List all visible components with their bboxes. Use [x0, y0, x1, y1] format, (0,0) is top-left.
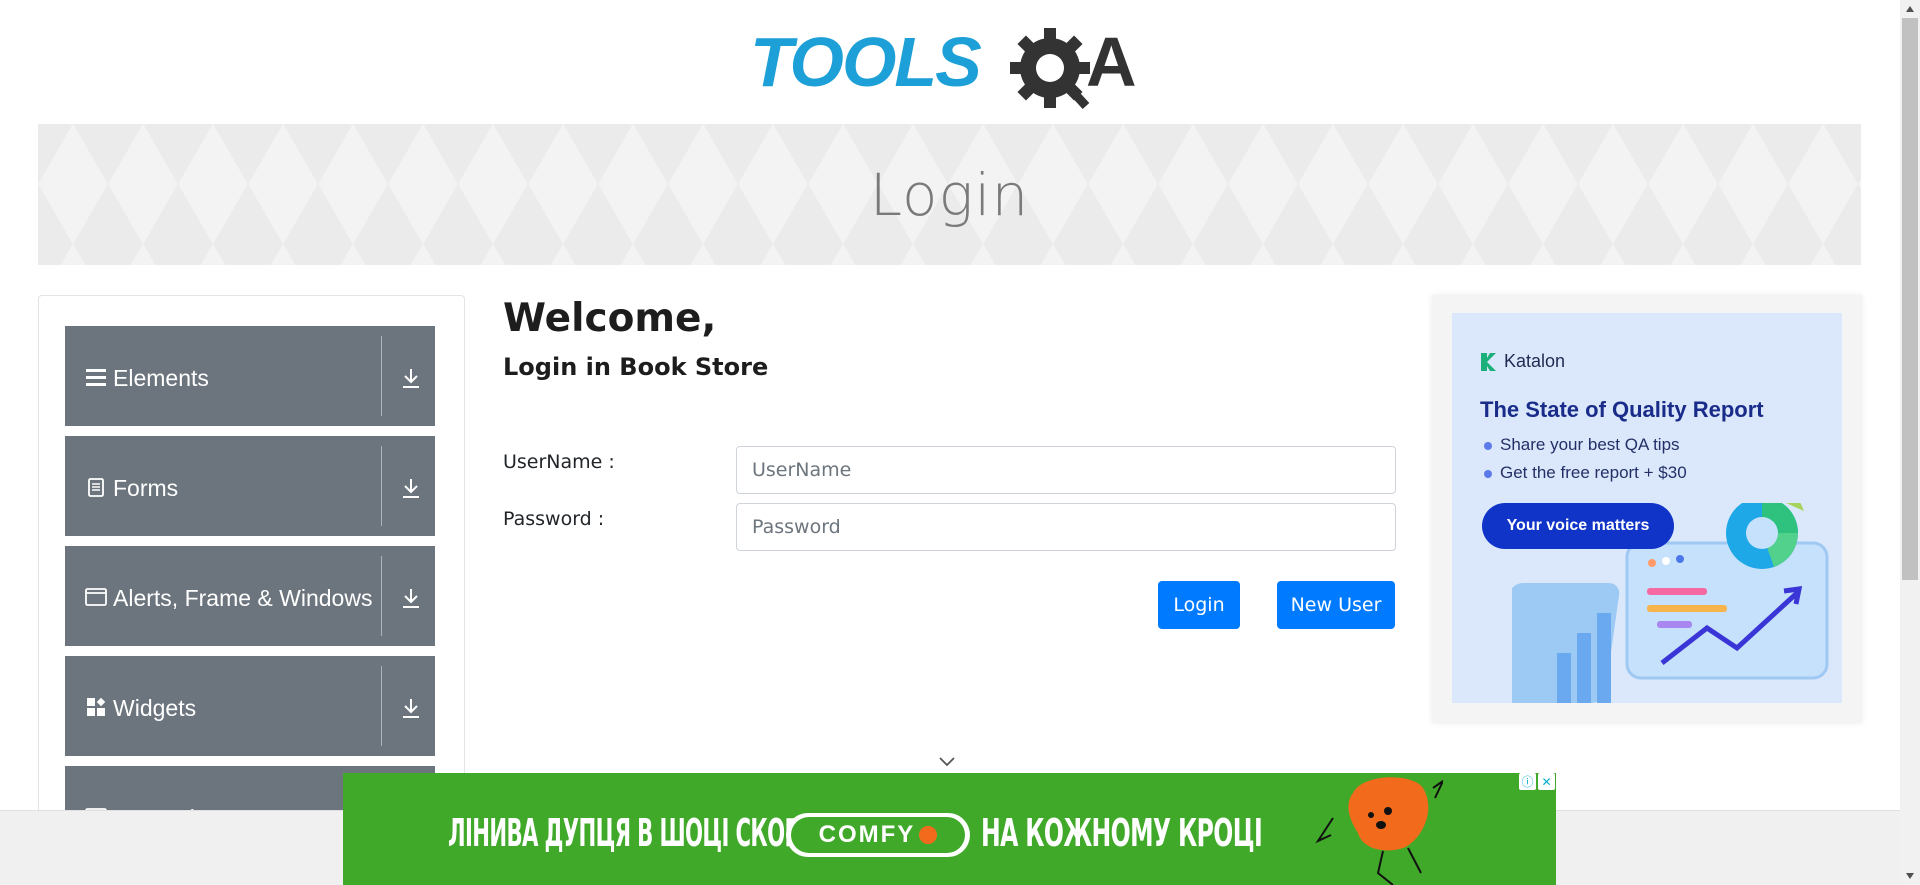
widgets-icon [87, 697, 106, 716]
password-label: Password : [503, 508, 605, 530]
new-user-button[interactable]: New User [1277, 581, 1395, 629]
ad-info-icon[interactable]: ⓘ [1519, 773, 1536, 790]
sidebar-group-label: Elements [113, 365, 209, 391]
ad-brand: Katalon [1480, 351, 1565, 372]
ad-close-icon[interactable]: ✕ [1538, 773, 1555, 790]
comfy-bottom-ad[interactable]: ЛІНИВА ДУПЦЯ В ШОЦІ СКОРО COMFY НА КОЖНО… [343, 773, 1556, 885]
katalon-logo-icon [1481, 352, 1496, 371]
ad-cta-button[interactable]: Your voice matters [1482, 503, 1674, 549]
scroll-thumb[interactable] [1902, 18, 1918, 580]
document-icon [88, 478, 104, 497]
scroll-down-arrow-icon[interactable] [1906, 873, 1914, 879]
sidebar-group-elements[interactable]: Elements [65, 326, 435, 426]
divider [381, 446, 382, 526]
mascot-icon [1315, 777, 1443, 885]
svg-text:A: A [1086, 23, 1137, 101]
username-input[interactable] [736, 446, 1396, 494]
ad-controls: ⓘ ✕ [1519, 773, 1555, 790]
left-panel: Elements Forms Alerts, Frame & Windows W… [38, 295, 465, 855]
sidebar-group-alerts[interactable]: Alerts, Frame & Windows [65, 546, 435, 646]
window-icon [85, 588, 107, 606]
vertical-scrollbar[interactable] [1900, 0, 1920, 885]
page-banner: Login [38, 124, 1861, 265]
ad-bullets: Share your best QA tips Get the free rep… [1480, 435, 1687, 491]
login-subtitle: Login in Book Store [503, 353, 769, 381]
page-title: Login [869, 160, 1030, 229]
comfy-brand: COMFY [818, 821, 916, 848]
password-input[interactable] [736, 503, 1396, 551]
ad-text-right: НА КОЖНОМУ КРОЦІ [981, 811, 1263, 855]
login-button[interactable]: Login [1158, 581, 1240, 629]
divider [381, 666, 382, 746]
sidebar-group-label: Widgets [113, 695, 197, 721]
toolsqa-logo[interactable]: TOOLS A [750, 18, 1154, 114]
sidebar-group-forms[interactable]: Forms [65, 436, 435, 536]
welcome-heading: Welcome, [503, 296, 717, 341]
sidebar-group-label: Forms [113, 475, 179, 501]
sidebar-group-label: Alerts, Frame & Windows [113, 585, 373, 611]
sidebar-group-widgets[interactable]: Widgets [65, 656, 435, 756]
katalon-ad[interactable]: Katalon The State of Quality Report Shar… [1452, 313, 1842, 703]
hamburger-icon [86, 369, 106, 386]
svg-text:TOOLS: TOOLS [750, 23, 981, 101]
download-arrow-icon[interactable] [399, 366, 423, 390]
right-ad-container: Katalon The State of Quality Report Shar… [1432, 295, 1862, 723]
divider [381, 336, 382, 416]
ad-headline: The State of Quality Report [1480, 397, 1764, 422]
ad-brand-name: Katalon [1504, 351, 1566, 371]
download-arrow-icon[interactable] [399, 476, 423, 500]
chevron-down-icon[interactable] [937, 755, 957, 769]
ad-bullet: Share your best QA tips [1480, 435, 1687, 455]
ad-text-left: ЛІНИВА ДУПЦЯ В ШОЦІ СКОРО [448, 811, 817, 855]
comfy-logo: COMFY [786, 813, 970, 857]
download-arrow-icon[interactable] [399, 696, 423, 720]
username-label: UserName : [503, 451, 615, 473]
comfy-dot-icon [919, 826, 938, 844]
download-arrow-icon[interactable] [399, 586, 423, 610]
divider [381, 556, 382, 636]
ad-bullet: Get the free report + $30 [1480, 463, 1687, 483]
scroll-up-arrow-icon[interactable] [1906, 6, 1914, 12]
